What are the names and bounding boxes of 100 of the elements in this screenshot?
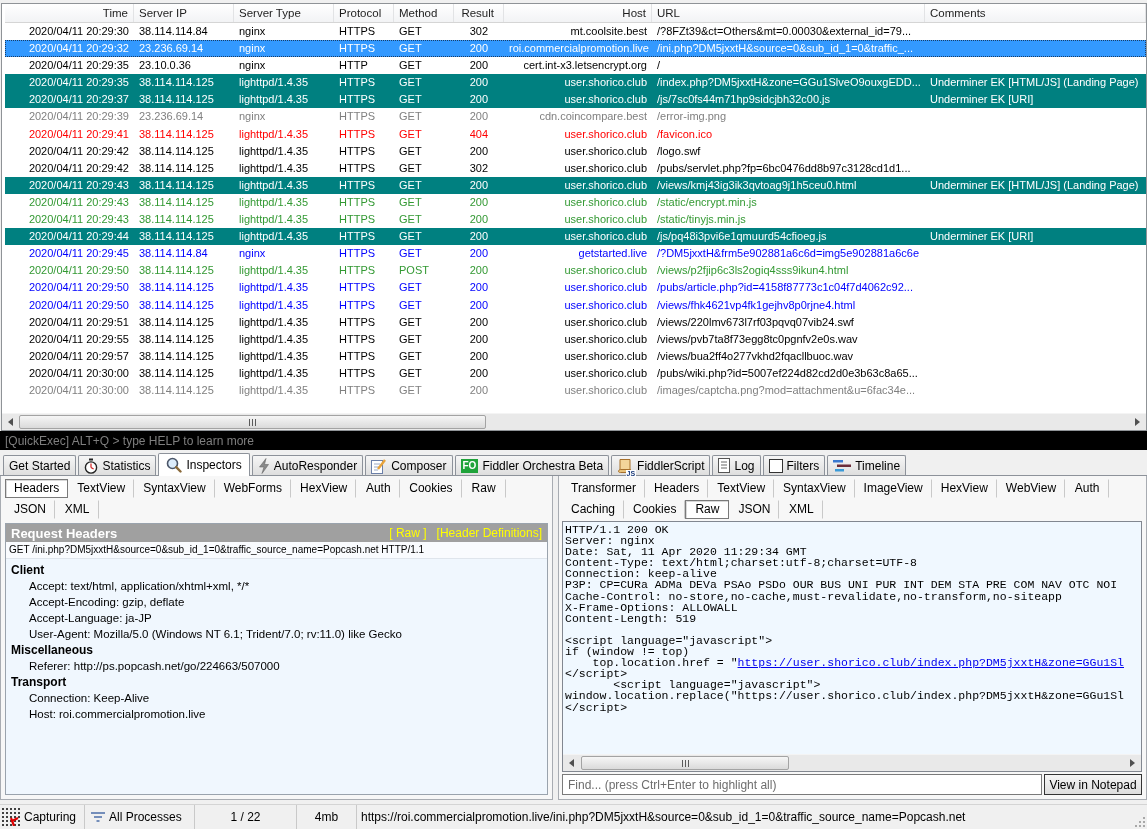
session-row[interactable]: 2020/04/11 20:29:30 38.114.114.84 nginx HTTPS GET 302 mt.coolsite.best /?8FZt39&ct=Others&mt=0.00030&external_id=79... (5, 23, 1146, 41)
table-cell-text: GET (398, 24, 423, 39)
session-row[interactable]: 2020/04/11 20:29:42 38.114.114.125 lighttpd/1.4.35 HTTPS GET 200 user.shorico.club /logo.swf (5, 142, 1146, 160)
header-line[interactable]: Accept: text/html, application/xhtml+xml, */* (29, 578, 250, 594)
header-line[interactable]: Accept-Encoding: gzip, deflate (29, 594, 185, 610)
column-header[interactable]: URL (652, 4, 925, 22)
tab[interactable]: Transformer (562, 478, 645, 498)
session-row[interactable]: 2020/04/11 20:29:42 38.114.114.125 lighttpd/1.4.35 HTTPS GET 302 user.shorico.club /pubs/servlet.php?fp=6bc0476dd8b97c3128cd1d1... (5, 159, 1146, 177)
tab[interactable]: XML (55, 499, 99, 519)
session-row[interactable]: 2020/04/11 20:29:43 38.114.114.125 lighttpd/1.4.35 HTTPS GET 200 user.shorico.club /static/tinyjs.min.js (5, 211, 1146, 229)
table-cell-text: lighttpd/1.4.35 (238, 314, 310, 330)
session-row[interactable]: 2020/04/11 20:29:55 38.114.114.125 lighttpd/1.4.35 HTTPS GET 200 user.shorico.club /views/pvb7ta8f73egg8tc0pgnfv2e0s.wav (5, 330, 1146, 348)
column-header[interactable]: Protocol (334, 4, 394, 22)
resize-grip-icon[interactable] (1135, 817, 1145, 827)
session-row[interactable]: 2020/04/11 20:29:35 23.10.0.36 nginx HTTP GET 200 cert.int-x3.letsencrypt.org / (5, 57, 1146, 75)
group-heading[interactable]: Miscellaneous (11, 642, 94, 658)
table-cell-text: 2020/04/11 20:29:43 (27, 194, 130, 210)
tab[interactable]: Auth (1065, 478, 1110, 498)
table-cell-text: lighttpd/1.4.35 (238, 331, 310, 347)
session-row[interactable]: 2020/04/11 20:29:50 38.114.114.125 lighttpd/1.4.35 HTTPS POST 200 user.shorico.club /views/p2fjip6c3ls2ogiq4sss9ikun4.html (5, 262, 1146, 280)
arrow-left-icon[interactable] (569, 759, 574, 767)
session-row[interactable]: 2020/04/11 20:29:43 38.114.114.125 lighttpd/1.4.35 HTTPS GET 200 user.shorico.club /static/encrypt.min.js (5, 193, 1146, 212)
column-header[interactable]: Host (504, 4, 652, 22)
tab[interactable]: JSON (5, 499, 55, 519)
column-header[interactable]: Result (454, 4, 504, 22)
tab[interactable]: Inspectors (158, 453, 250, 476)
session-row[interactable]: 2020/04/11 20:29:50 38.114.114.125 lighttpd/1.4.35 HTTPS GET 200 user.shorico.club /pubs/article.php?id=4158f87773c1c04f7d4062c92... (5, 279, 1146, 297)
tab[interactable]: Caching (562, 499, 625, 519)
tab[interactable]: XML (779, 499, 824, 519)
header-line[interactable]: User-Agent: Mozilla/5.0 (Windows NT 6.1; Trident/7.0; rv:11.0) like Gecko (29, 626, 402, 642)
tab[interactable]: ImageView (854, 478, 932, 498)
horizontal-scrollbar[interactable] (563, 754, 1141, 771)
tab[interactable]: Statistics (78, 455, 157, 475)
tab[interactable]: Auth (356, 478, 401, 498)
tab[interactable]: WebView (996, 478, 1066, 498)
tab[interactable]: JSON (729, 499, 780, 519)
link[interactable]: https://user.shorico.club/index.php?DM5jxxtH&zone=GGu1Sl (737, 656, 1124, 670)
arrow-right-icon[interactable] (1135, 418, 1140, 426)
arrow-left-icon[interactable] (8, 418, 13, 426)
tab[interactable]: TextView (68, 478, 135, 498)
tab[interactable]: Cookies (400, 478, 462, 498)
table-cell-text: /ini.php?DM5jxxtH&source=0&sub_id_1=0&traffic_... (656, 41, 914, 57)
table-cell-text: 23.236.69.14 (138, 41, 205, 57)
notepad-button[interactable]: View in Notepad (1044, 774, 1142, 795)
table-cell-text: GET (398, 229, 423, 245)
table-cell-text: /?DM5jxxtH&frm5e902881a6c6d=img5e902881a6c6e (656, 246, 921, 262)
horizontal-scrollbar[interactable] (2, 413, 1146, 430)
header-line[interactable]: Accept-Language: ja-JP (29, 610, 152, 626)
tab[interactable]: TextView (708, 478, 775, 498)
tab[interactable]: HexView (291, 478, 357, 498)
tab[interactable]: Get Started (3, 455, 77, 475)
group-heading[interactable]: Transport (11, 674, 67, 690)
session-row[interactable]: 2020/04/11 20:29:43 38.114.114.125 lighttpd/1.4.35 HTTPS GET 200 user.shorico.club /views/kmj43ig3ik3qvtoag9j1h5ceu0.html Underminer EK [HTML/JS] (Landing Page) (5, 176, 1146, 194)
session-row[interactable]: 2020/04/11 20:29:50 38.114.114.125 lighttpd/1.4.35 HTTPS GET 200 user.shorico.club /views/fhk4621vp4fk1gejhv8p0rjne4.html (5, 296, 1146, 314)
column-header[interactable]: Server Type (234, 4, 334, 22)
column-header[interactable]: Comments (925, 4, 1146, 22)
scrollbar-thumb[interactable] (581, 756, 789, 770)
tab[interactable]: FO Fiddler Orchestra Beta (454, 455, 610, 475)
table-cell-text: 200 (468, 229, 489, 245)
tab[interactable]: SyntaxView (774, 478, 855, 498)
session-row[interactable]: 2020/04/11 20:29:51 38.114.114.125 lighttpd/1.4.35 HTTPS GET 200 user.shorico.club /views/220lmv673l7rf03pqvq07vib24.swf (5, 313, 1146, 331)
tab[interactable]: SyntaxView (134, 478, 215, 498)
session-row[interactable]: 2020/04/11 20:29:39 23.236.69.14 nginx HTTPS GET 200 cdn.coincompare.best /error-img.png (5, 108, 1146, 126)
column-header[interactable]: Time (5, 4, 134, 22)
table-cell-text: user.shorico.club (563, 280, 648, 296)
session-row[interactable]: 2020/04/11 20:30:00 38.114.114.125 lighttpd/1.4.35 HTTPS GET 200 user.shorico.club /images/captcha.png?mod=attachment&u=6fac34e... (5, 381, 1146, 400)
session-row[interactable]: 2020/04/11 20:29:41 38.114.114.125 lighttpd/1.4.35 HTTPS GET 404 user.shorico.club /favicon.ico (5, 125, 1146, 143)
tab[interactable]: Raw (461, 478, 506, 498)
tab[interactable]: Log (712, 455, 761, 475)
tab[interactable]: WebForms (214, 478, 292, 498)
header-line[interactable]: Connection: Keep-Alive (29, 690, 150, 706)
tab[interactable]: Headers (5, 478, 69, 498)
group-heading[interactable]: Client (11, 562, 45, 578)
session-row[interactable]: 2020/04/11 20:29:45 38.114.114.84 nginx HTTPS GET 200 getstarted.live /?DM5jxxtH&frm5e902881a6c6d=img5e902881a6c6e (5, 245, 1146, 263)
tab[interactable]: AutoResponder (251, 455, 364, 475)
find-field[interactable]: Find... (press Ctrl+Enter to highlight all) (562, 774, 1042, 795)
header-line[interactable]: Host: roi.commercialpromotion.live (29, 706, 206, 722)
quickexec-field[interactable]: [QuickExec] ALT+Q > type HELP to learn more (0, 431, 1147, 450)
process-filter[interactable]: All Processes (85, 805, 195, 829)
session-row[interactable]: 2020/04/11 20:30:00 38.114.114.125 lighttpd/1.4.35 HTTPS GET 200 user.shorico.club /pubs/wiki.php?id=5007ef224d82cd2d0e3b63c8a65... (5, 364, 1146, 382)
tab[interactable]: Raw (685, 499, 730, 519)
session-row[interactable]: 2020/04/11 20:29:44 38.114.114.125 lighttpd/1.4.35 HTTPS GET 200 user.shorico.club /js/pq48i3pvi6e1qmuurd54cfioeg.js Underminer EK [URI] (5, 228, 1146, 246)
tab[interactable]: Headers (644, 478, 709, 498)
tab[interactable]: Composer (365, 455, 453, 475)
table-cell-text: roi.commercialpromotion.live (508, 41, 650, 57)
column-header[interactable]: Server IP (134, 4, 234, 22)
session-row[interactable]: 2020/04/11 20:29:35 38.114.114.125 lighttpd/1.4.35 HTTPS GET 200 user.shorico.club /index.php?DM5jxxtH&zone=GGu1SlveO9ouxgEDD... Underminer EK [HTML/JS] (Landing Page) (5, 74, 1146, 92)
arrow-right-icon[interactable] (1130, 759, 1135, 767)
table-cell-text: nginx (238, 24, 267, 39)
tab[interactable]: HexView (931, 478, 997, 498)
tab[interactable]: Timeline (827, 455, 907, 475)
tab[interactable]: Filters (762, 455, 826, 475)
column-header[interactable]: Method (394, 4, 454, 22)
session-row[interactable]: 2020/04/11 20:29:37 38.114.114.125 lighttpd/1.4.35 HTTPS GET 200 user.shorico.club /js/7sc0fs44m71hp9sidcjbh32c00.js Underminer EK [URI] (5, 91, 1146, 109)
scrollbar-thumb[interactable] (19, 415, 486, 429)
table-cell-text: GET (398, 212, 423, 228)
table-cell-text: 200 (468, 382, 489, 398)
header-line[interactable]: Referer: http://ps.popcash.net/go/224663/507000 (29, 658, 280, 674)
session-row[interactable]: 2020/04/11 20:29:57 38.114.114.125 lighttpd/1.4.35 HTTPS GET 200 user.shorico.club /views/bua2ff4o277vkhd2fqacllbuoc.wav (5, 347, 1146, 365)
capture-toggle[interactable]: Capturing (0, 805, 85, 829)
